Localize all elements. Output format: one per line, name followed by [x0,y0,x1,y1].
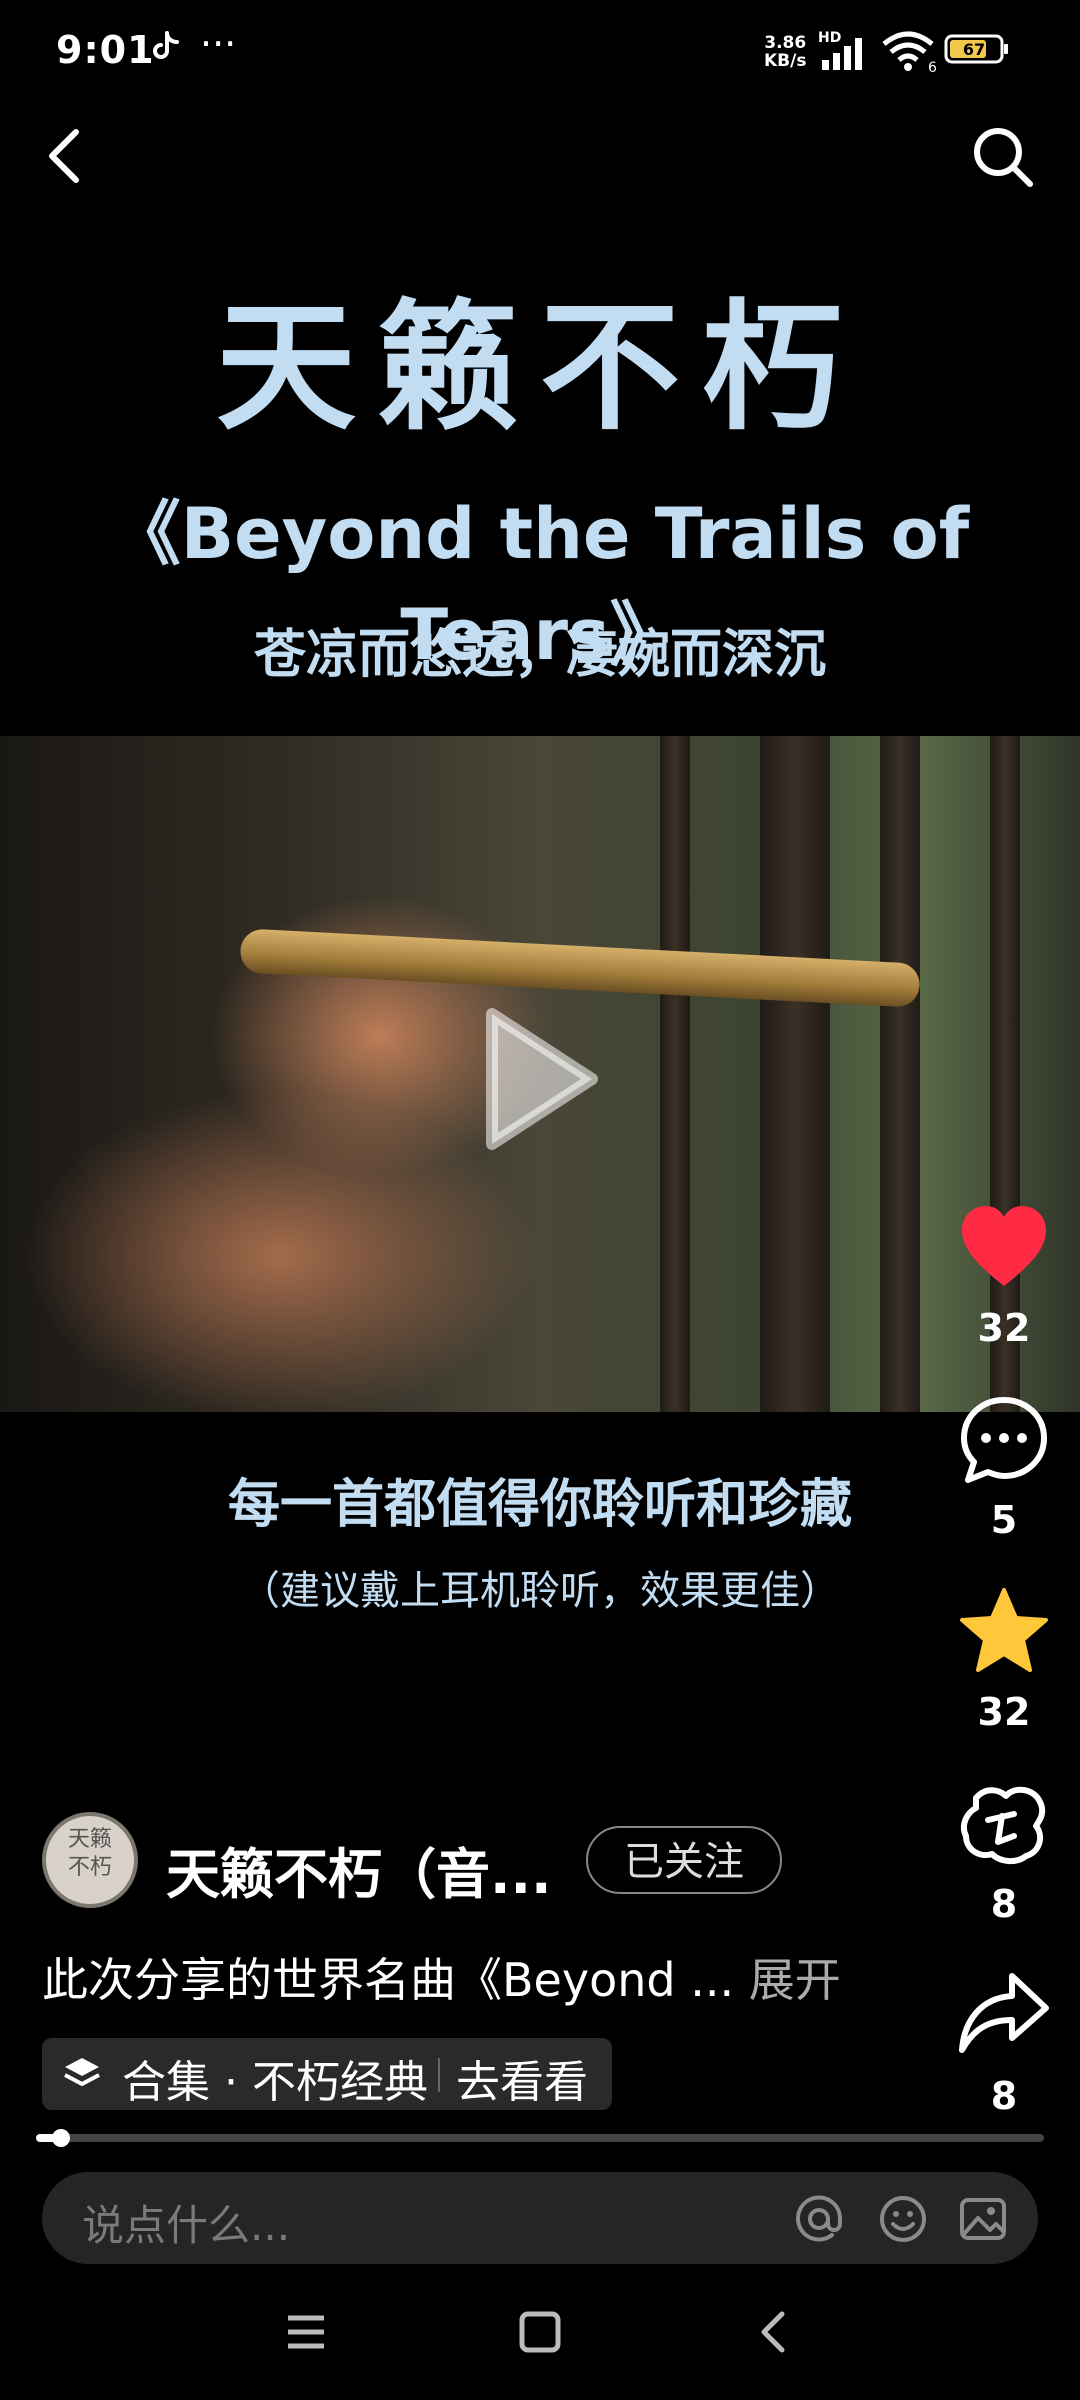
comment-input[interactable]: 说点什么... [82,2192,290,2253]
collection-divider [438,2058,440,2092]
collection-view-button[interactable]: 去看看 [456,2046,588,2110]
svg-text:6: 6 [928,60,937,74]
status-more: ··· [200,22,237,66]
following-button[interactable]: 已关注 [586,1826,782,1894]
battery-icon: 67 [944,34,1008,64]
video-tree [760,736,830,1412]
search-button[interactable] [970,124,1036,190]
menu-nav-icon[interactable] [276,2302,336,2362]
video-tree [880,736,920,1412]
svg-text:67: 67 [963,40,985,59]
signal-icon [822,38,862,70]
favorite-count: 32 [977,1690,1031,1734]
comment-count: 5 [990,1498,1018,1542]
back-button[interactable] [40,124,92,188]
author-name[interactable]: 天籁不朽（音... [166,1830,552,1909]
like-count: 32 [977,1306,1031,1350]
expand-link[interactable]: 展开 [749,1953,841,2007]
battery-indicator: 67 [944,34,1010,64]
video-progress-bar[interactable] [36,2129,1044,2147]
author-avatar[interactable]: 天籁 不朽 [42,1812,138,1908]
video-title-main: 天籁不朽 [215,287,864,450]
gift-button[interactable] [956,1776,1052,1872]
gift-count: 8 [990,1882,1018,1926]
like-button[interactable] [956,1200,1052,1296]
status-bar: 9:01 ··· 3.86 KB/s HD 6 67 [0,0,1080,100]
caption-line-2: （建议戴上耳机聆听，效果更佳） [240,1568,840,1614]
tiktok-icon [153,31,179,59]
share-button[interactable] [956,1966,1052,2062]
collection-chip[interactable]: 合集 · 不朽经典 去看看 [42,2038,612,2110]
image-icon[interactable] [958,2194,1008,2244]
layers-icon [64,2058,100,2086]
share-count: 8 [990,2074,1018,2118]
favorite-button[interactable] [956,1584,1052,1680]
at-mention-icon[interactable] [794,2194,844,2244]
status-time: 9:01 [56,28,155,72]
description-text: 此次分享的世界名曲《Beyond ... [42,1953,735,2007]
wifi-icon: 6 [882,31,937,74]
video-tree [660,736,690,1412]
home-nav-icon[interactable] [510,2302,570,2362]
play-icon[interactable] [472,1004,602,1154]
comment-bar[interactable]: 说点什么... [42,2172,1038,2264]
video-frame[interactable] [0,736,1080,1412]
back-nav-icon[interactable] [744,2302,804,2362]
comment-button[interactable] [956,1392,1052,1488]
caption-line-1: 每一首都值得你聆听和珍藏 [227,1475,852,1535]
progress-handle[interactable] [52,2129,70,2147]
collection-label: 合集 · 不朽经典 [122,2057,428,2108]
video-description[interactable]: 此次分享的世界名曲《Beyond ... 展开 [42,1944,841,2010]
emoji-icon[interactable] [878,2194,928,2244]
net-speed: 3.86 KB/s [764,33,807,71]
video-subtitle: 苍凉而悠远，凄婉而深沉 [253,625,826,685]
